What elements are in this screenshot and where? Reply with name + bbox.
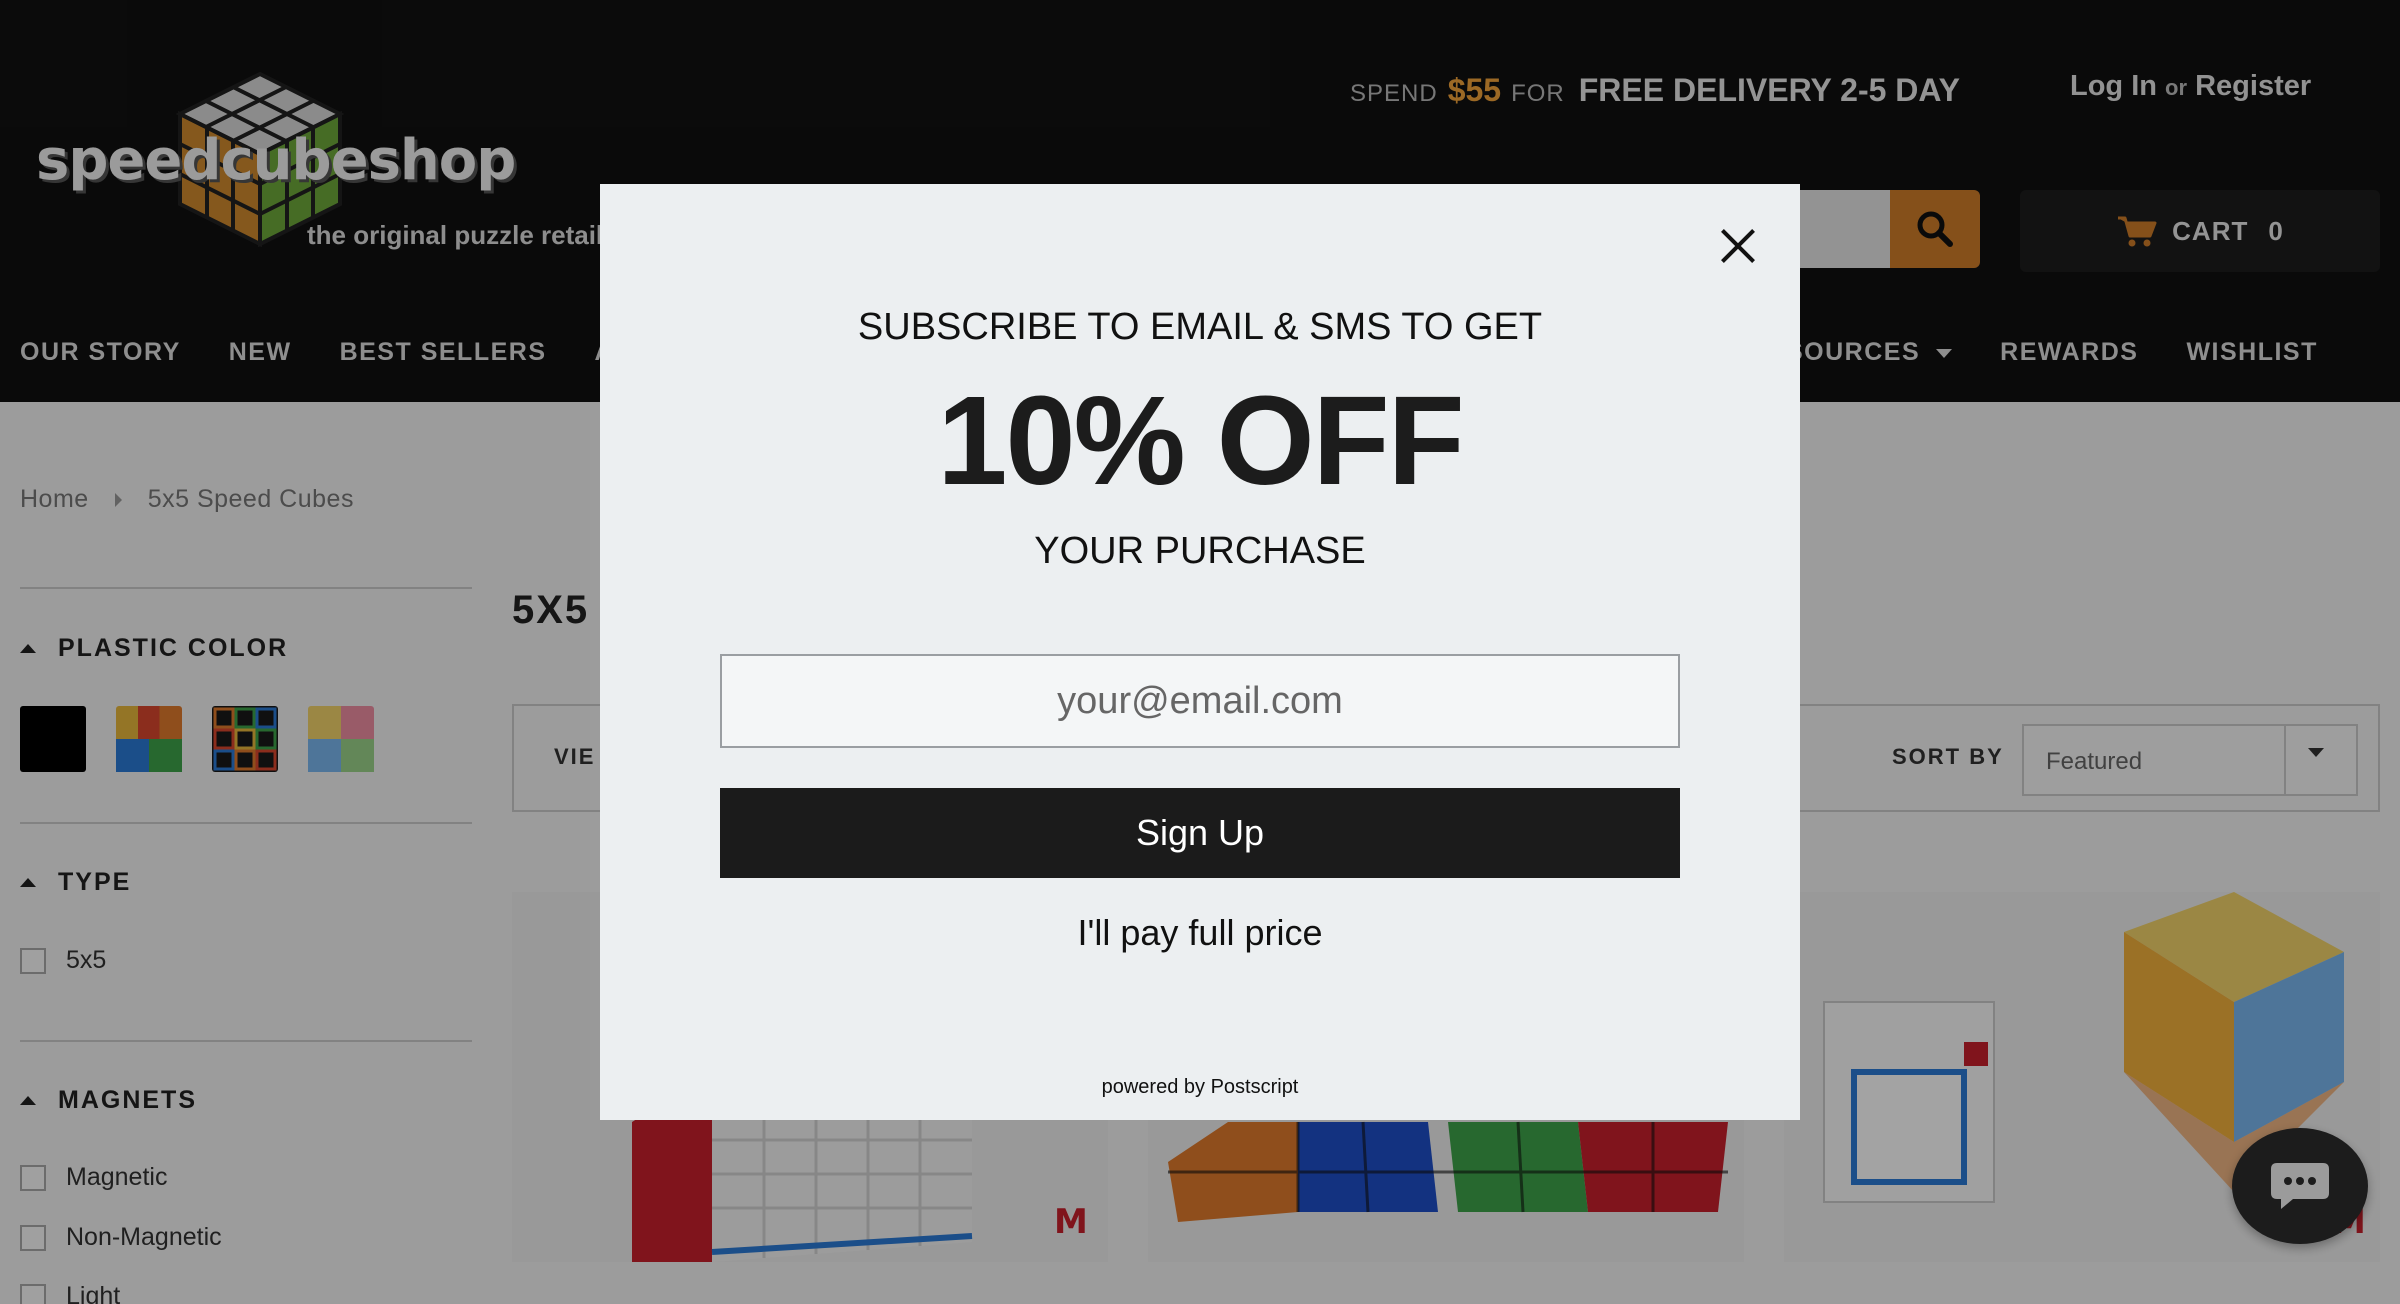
powered-by-label: powered by Postscript: [1101, 1076, 1299, 1098]
modal-subtitle-bottom: YOUR PURCHASE: [1034, 530, 1366, 572]
decline-link[interactable]: I'll pay full price: [600, 912, 1800, 954]
modal-headline: 10% OFF: [937, 370, 1464, 511]
email-field[interactable]: [720, 654, 1680, 748]
close-icon[interactable]: [1714, 222, 1762, 270]
sign-up-button[interactable]: Sign Up: [720, 788, 1680, 878]
modal-subtitle-top: SUBSCRIBE TO EMAIL & SMS TO GET: [857, 306, 1543, 348]
subscribe-modal: SUBSCRIBE TO EMAIL & SMS TO GET 10% OFF …: [600, 184, 1800, 1120]
